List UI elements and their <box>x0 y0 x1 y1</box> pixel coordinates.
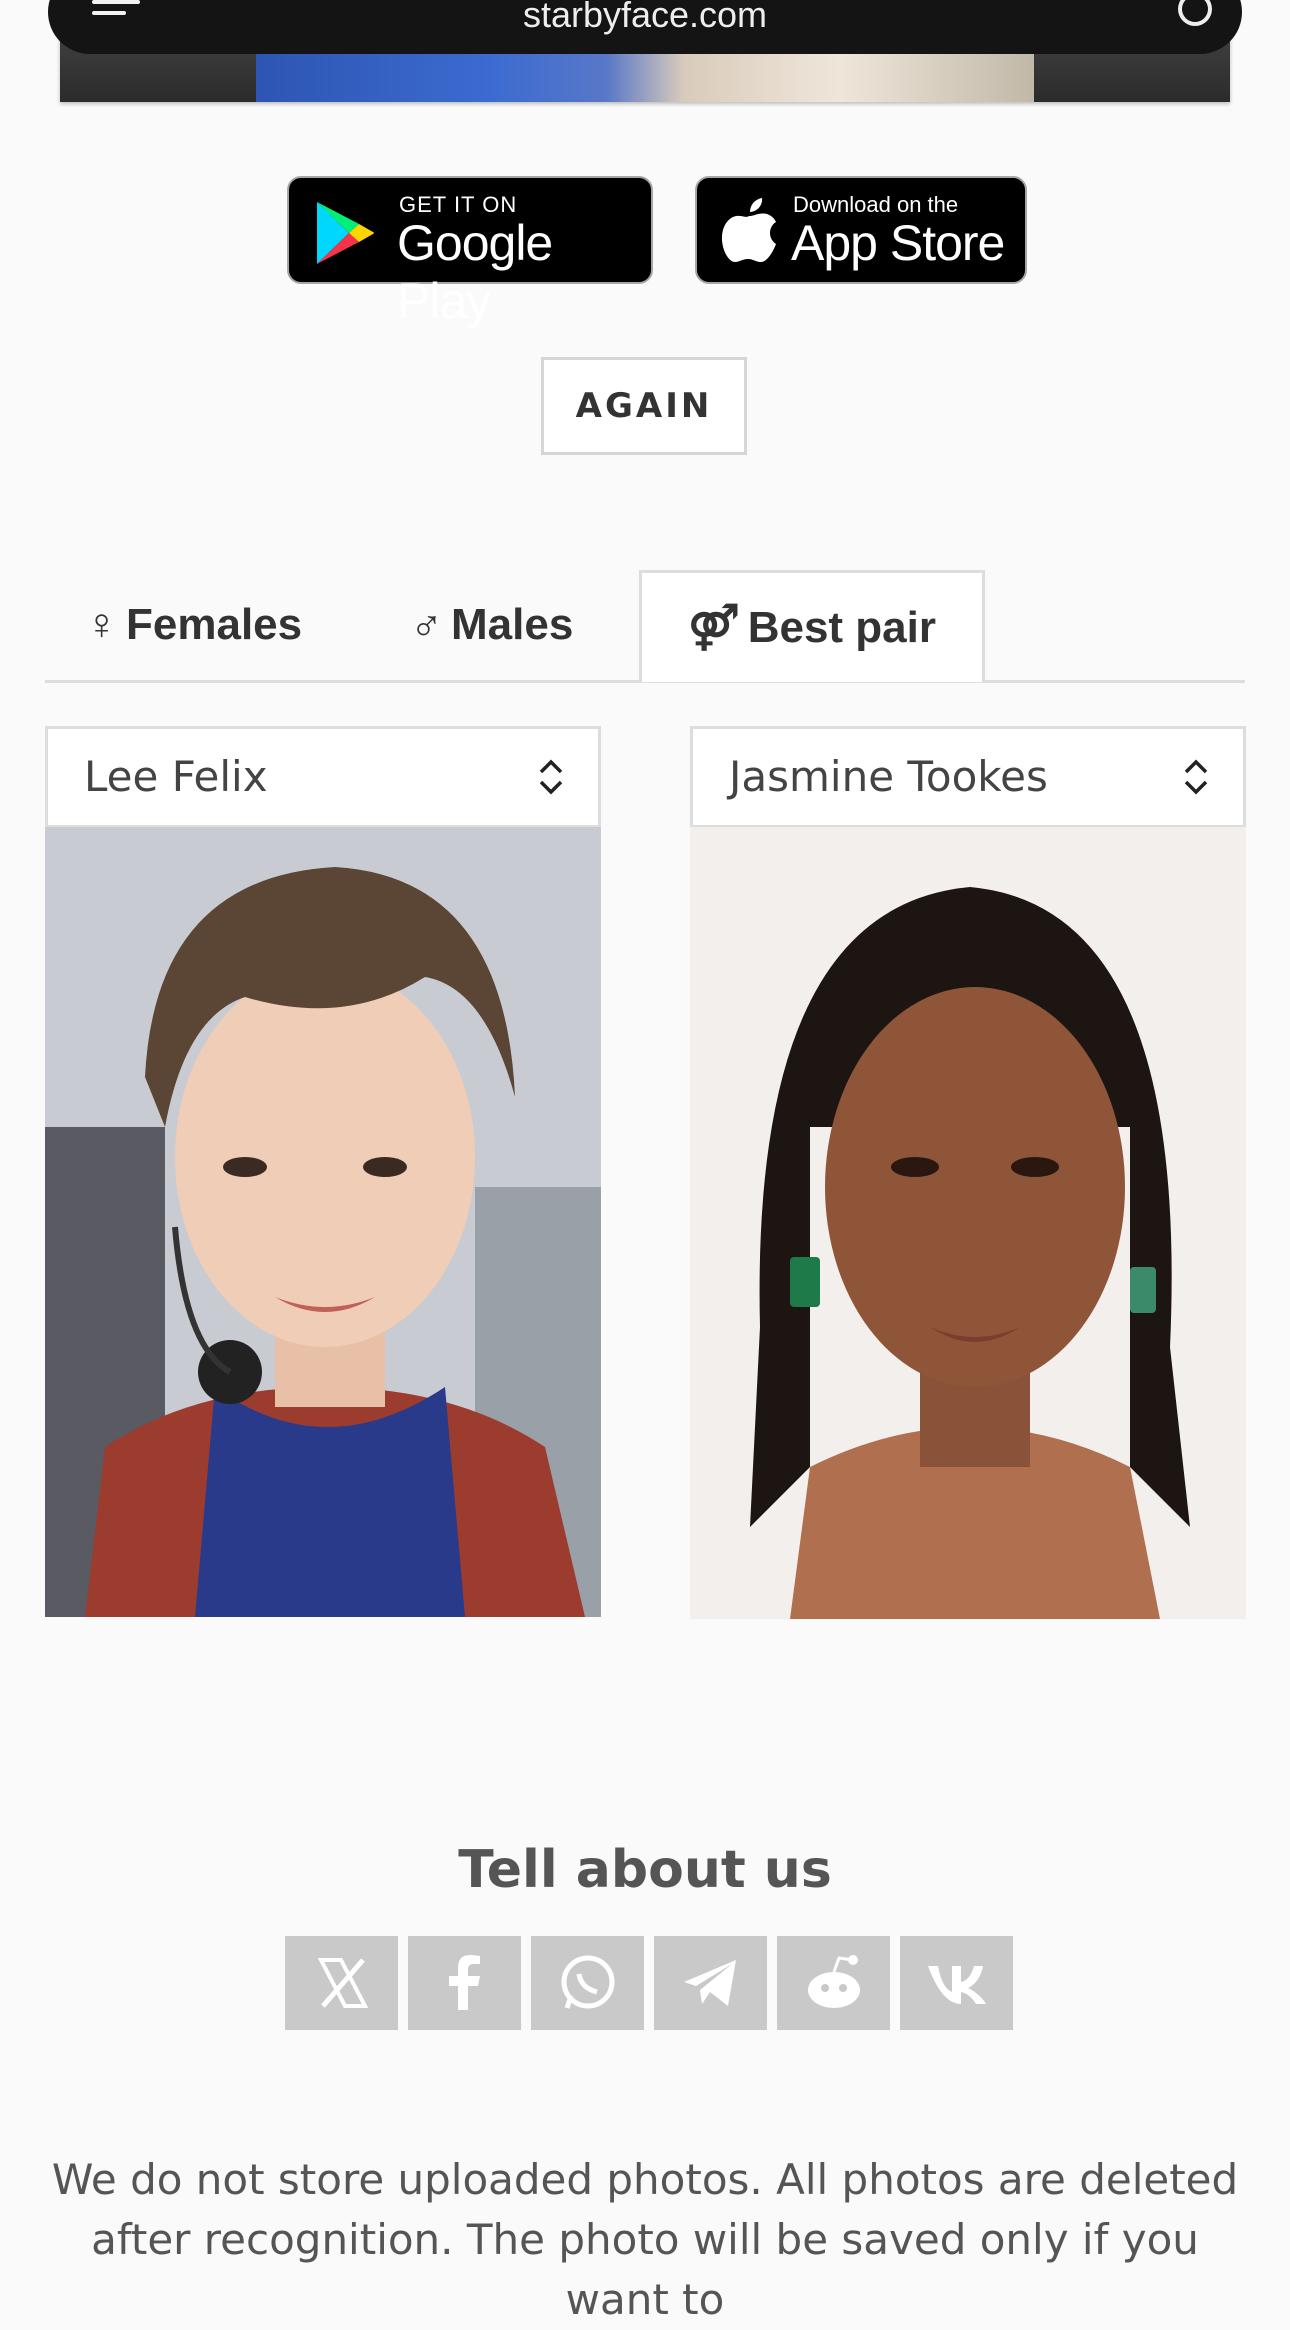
tab-males[interactable]: ♂ Males <box>410 570 573 680</box>
pair-icon: ⚤ <box>688 603 740 652</box>
right-person-select-value: Jasmine Tookes <box>729 752 1048 801</box>
left-person-photo <box>45 827 601 1617</box>
share-vk-button[interactable] <box>900 1936 1013 2030</box>
google-play-big-text: Google Play <box>397 215 553 329</box>
select-arrows-icon <box>539 759 563 795</box>
google-play-button[interactable]: GET IT ON Google Play <box>287 176 653 329</box>
vk-icon <box>928 1966 986 2004</box>
right-person-select[interactable]: Jasmine Tookes <box>690 726 1246 828</box>
tab-females[interactable]: ♀ Females <box>85 570 302 680</box>
tab-best-pair-label: Best pair <box>747 603 936 652</box>
tab-males-label: Males <box>451 600 574 649</box>
share-reddit-button[interactable] <box>777 1936 890 2030</box>
share-x-button[interactable] <box>285 1936 398 2030</box>
right-person-photo <box>690 827 1246 1619</box>
app-store-button[interactable]: Download on the App Store <box>695 176 1027 284</box>
category-tabs: ♀ Females ♂ Males ⚤ Best pair <box>45 570 1245 683</box>
female-icon: ♀ <box>85 600 118 649</box>
url-text: starbyface.com <box>522 0 768 35</box>
tab-females-label: Females <box>126 600 303 649</box>
telegram-icon <box>684 1960 736 2006</box>
share-whatsapp-button[interactable] <box>531 1936 644 2030</box>
google-play-icon <box>317 202 374 264</box>
x-icon <box>317 1958 369 2008</box>
browser-address-bar[interactable]: starbyface.com <box>48 0 1242 54</box>
apple-icon <box>721 198 776 262</box>
facebook-icon <box>449 1955 480 2010</box>
left-person-select[interactable]: Lee Felix <box>45 726 601 828</box>
app-store-big-text: App Store <box>791 215 1005 271</box>
again-button[interactable]: AGAIN <box>541 357 747 455</box>
reddit-icon <box>808 1955 860 2008</box>
share-title: Tell about us <box>458 1840 832 1900</box>
select-arrows-icon <box>1184 759 1208 795</box>
male-icon: ♂ <box>410 600 443 649</box>
left-person-select-value: Lee Felix <box>84 752 268 801</box>
share-facebook-button[interactable] <box>408 1936 521 2030</box>
privacy-disclaimer: We do not store uploaded photos. All pho… <box>51 2155 1239 2324</box>
tab-best-pair[interactable]: ⚤ Best pair <box>639 570 985 682</box>
whatsapp-icon <box>561 1955 615 2009</box>
share-telegram-button[interactable] <box>654 1936 767 2030</box>
